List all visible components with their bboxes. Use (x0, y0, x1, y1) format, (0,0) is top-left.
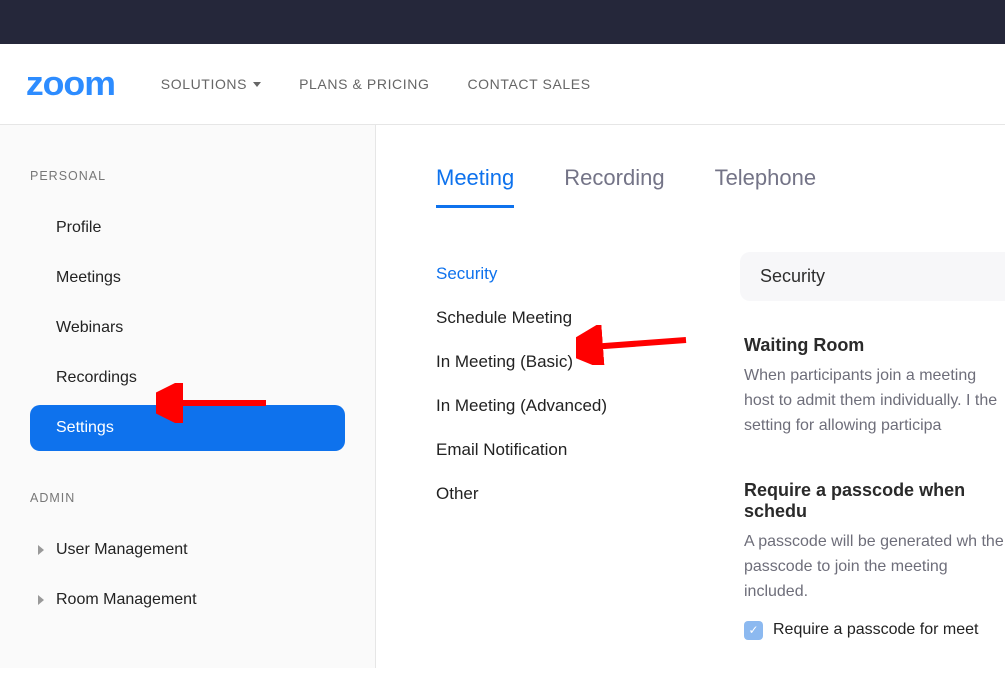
subnav-schedule-meeting[interactable]: Schedule Meeting (436, 296, 740, 340)
subnav-email-notification[interactable]: Email Notification (436, 428, 740, 472)
sidebar-item-settings[interactable]: Settings (30, 405, 345, 451)
section-header-security: Security (740, 252, 1005, 301)
setting-description: When participants join a meeting host to… (744, 364, 1005, 438)
setting-description: A passcode will be generated wh the pass… (744, 530, 1005, 604)
setting-title: Require a passcode when schedu (744, 480, 1005, 522)
sidebar-item-user-management[interactable]: User Management (30, 527, 345, 573)
tabs: Meeting Recording Telephone (436, 165, 1005, 208)
header: zoom SOLUTIONS PLANS & PRICING CONTACT S… (0, 44, 1005, 125)
sidebar-item-recordings[interactable]: Recordings (30, 355, 345, 401)
sidebar-item-room-management[interactable]: Room Management (30, 577, 345, 623)
checkbox-icon[interactable]: ✓ (744, 621, 763, 640)
nav-plans-pricing[interactable]: PLANS & PRICING (299, 76, 429, 92)
chevron-right-icon (38, 545, 44, 555)
tab-meeting[interactable]: Meeting (436, 165, 514, 208)
nav-contact-sales[interactable]: CONTACT SALES (467, 76, 590, 92)
tab-recording[interactable]: Recording (564, 165, 664, 208)
top-bar (0, 0, 1005, 44)
subnav-other[interactable]: Other (436, 472, 740, 516)
settings-subnav: Security Schedule Meeting In Meeting (Ba… (436, 252, 740, 682)
setting-require-passcode: Require a passcode when schedu A passcod… (740, 480, 1005, 639)
sidebar-item-label: Room Management (56, 591, 197, 609)
setting-waiting-room: Waiting Room When participants join a me… (740, 335, 1005, 438)
subnav-in-meeting-advanced[interactable]: In Meeting (Advanced) (436, 384, 740, 428)
setting-title: Waiting Room (744, 335, 1005, 356)
sidebar-item-label: User Management (56, 541, 188, 559)
sidebar-item-profile[interactable]: Profile (30, 205, 345, 251)
subnav-in-meeting-basic[interactable]: In Meeting (Basic) (436, 340, 740, 384)
sidebar: PERSONAL Profile Meetings Webinars Recor… (0, 125, 376, 668)
main-content: Meeting Recording Telephone Security Sch… (376, 125, 1005, 668)
sidebar-item-meetings[interactable]: Meetings (30, 255, 345, 301)
nav-label: SOLUTIONS (161, 76, 247, 92)
settings-content: Security Waiting Room When participants … (740, 252, 1005, 682)
checkbox-label: Require a passcode for meet (773, 621, 978, 639)
chevron-right-icon (38, 595, 44, 605)
top-nav: SOLUTIONS PLANS & PRICING CONTACT SALES (161, 76, 591, 92)
nav-solutions[interactable]: SOLUTIONS (161, 76, 261, 92)
logo[interactable]: zoom (26, 65, 115, 104)
caret-down-icon (253, 82, 261, 87)
sidebar-section-personal: PERSONAL (30, 169, 345, 183)
sidebar-item-webinars[interactable]: Webinars (30, 305, 345, 351)
checkbox-row[interactable]: ✓ Require a passcode for meet (744, 621, 1005, 640)
sidebar-section-admin: ADMIN (30, 491, 345, 505)
tab-telephone[interactable]: Telephone (715, 165, 817, 208)
subnav-security[interactable]: Security (436, 252, 740, 296)
